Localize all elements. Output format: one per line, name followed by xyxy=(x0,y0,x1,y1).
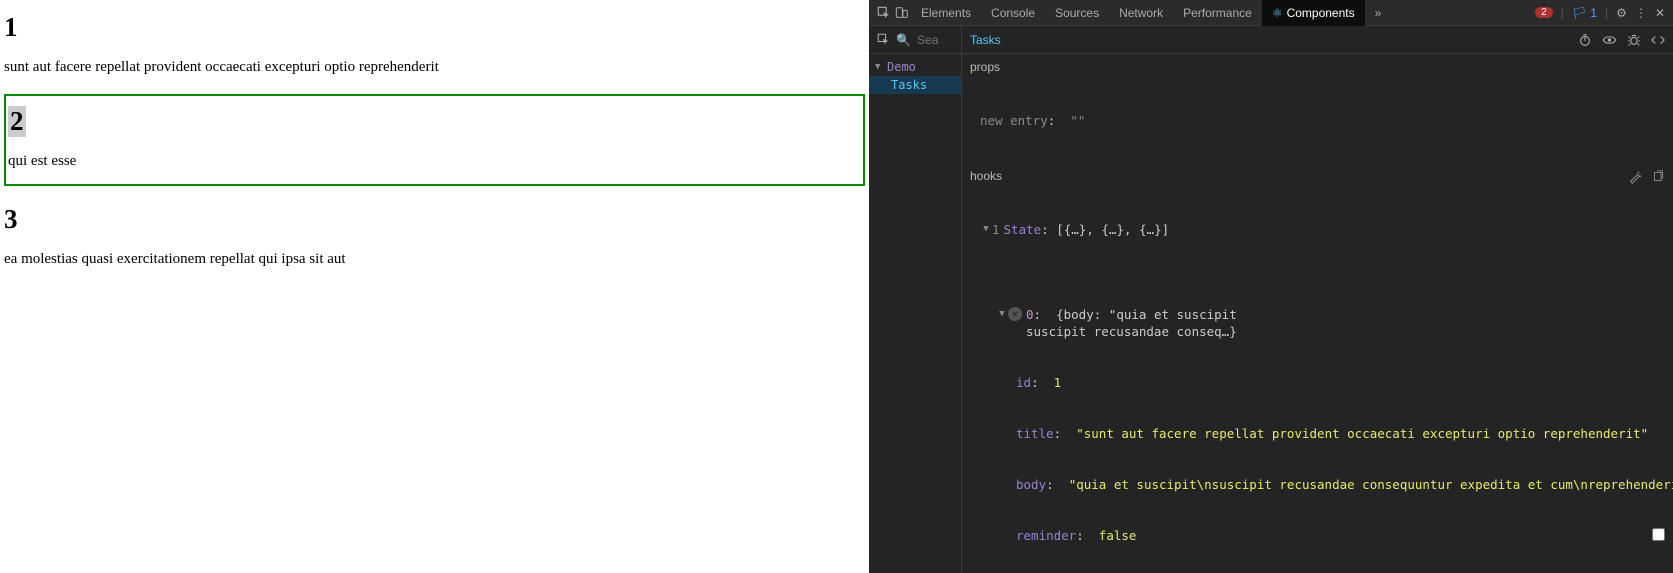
prop-key: title xyxy=(1016,425,1054,442)
prop-key: reminder xyxy=(1016,527,1076,544)
caret-down-icon[interactable]: ▼ xyxy=(875,62,883,72)
caret-down-icon[interactable]: ▼ xyxy=(996,306,1008,323)
section-props-header: props xyxy=(962,54,1673,78)
task-item[interactable]: 1 sunt aut facere repellat provident occ… xyxy=(4,12,865,76)
tree-node-demo[interactable]: ▼ Demo xyxy=(869,58,961,76)
prop-value[interactable]: "sunt aut facere repellat provident occa… xyxy=(1076,425,1648,442)
devtools-tabbar: Elements Console Sources Network Perform… xyxy=(869,0,1673,26)
devtools-toolbar: 🔍 Tasks xyxy=(869,26,1673,54)
divider: | xyxy=(1561,6,1564,20)
eye-icon[interactable] xyxy=(1602,33,1617,47)
prop-value[interactable]: 1 xyxy=(1054,374,1062,391)
tab-performance[interactable]: Performance xyxy=(1173,0,1262,26)
element-picker-icon[interactable] xyxy=(877,33,890,46)
tabs-overflow[interactable]: » xyxy=(1365,0,1392,26)
settings-icon[interactable]: ⚙ xyxy=(1616,6,1627,20)
object-preview[interactable]: {body: "quia et suscipit suscipit recusa… xyxy=(1026,307,1237,339)
prop-key: body xyxy=(1016,476,1046,493)
hook-number: 1 xyxy=(992,221,1000,238)
component-tree: ▼ Demo Tasks xyxy=(869,54,962,573)
device-toolbar-icon[interactable] xyxy=(893,6,911,20)
reminder-checkbox[interactable] xyxy=(1652,528,1665,541)
prop-key[interactable]: new entry xyxy=(980,113,1048,128)
close-devtools-icon[interactable]: ✕ xyxy=(1655,6,1665,20)
hook-key: State xyxy=(1004,221,1042,238)
more-icon[interactable]: ⋮ xyxy=(1635,6,1647,20)
divider: | xyxy=(1605,6,1608,20)
task-id: 2 xyxy=(8,106,26,137)
task-id: 1 xyxy=(4,12,865,43)
inspector-pane: props new entry: "" hooks ▼ xyxy=(962,54,1673,573)
section-hooks-header: hooks xyxy=(962,163,1673,187)
tab-components-label: Components xyxy=(1287,6,1355,20)
task-title: ea molestias quasi exercitationem repell… xyxy=(4,251,865,268)
prop-value[interactable]: "quia et suscipit\nsuscipit recusandae c… xyxy=(1069,476,1673,493)
copy-icon[interactable] xyxy=(1652,170,1665,183)
task-item[interactable]: 2 qui est esse xyxy=(4,94,865,186)
task-item[interactable]: 3 ea molestias quasi exercitationem repe… xyxy=(4,204,865,268)
inspected-component-name: Tasks xyxy=(970,33,1001,47)
tree-node-label: Demo xyxy=(887,60,916,74)
tab-components[interactable]: ⚛ Components xyxy=(1262,0,1365,26)
task-title: qui est esse xyxy=(8,153,861,170)
prop-key: id xyxy=(1016,374,1031,391)
task-title: sunt aut facere repellat provident occae… xyxy=(4,59,865,76)
tab-elements[interactable]: Elements xyxy=(911,0,981,26)
debug-icon[interactable] xyxy=(1627,33,1641,47)
prop-value[interactable]: "" xyxy=(1070,113,1085,128)
search-icon: 🔍 xyxy=(896,33,911,47)
tab-sources[interactable]: Sources xyxy=(1045,0,1109,26)
delete-entry-icon[interactable]: ✕ xyxy=(1008,307,1022,321)
react-icon: ⚛ xyxy=(1272,6,1283,20)
inspect-element-icon[interactable] xyxy=(875,6,893,20)
magic-wand-icon[interactable] xyxy=(1628,170,1642,184)
tree-node-label: Tasks xyxy=(891,78,927,92)
error-count-badge[interactable]: 2 xyxy=(1535,7,1553,18)
caret-down-icon[interactable]: ▼ xyxy=(980,221,992,238)
tree-node-tasks[interactable]: Tasks xyxy=(869,76,961,94)
tab-network[interactable]: Network xyxy=(1109,0,1173,26)
tab-console[interactable]: Console xyxy=(981,0,1045,26)
rendered-page: 1 sunt aut facere repellat provident occ… xyxy=(0,0,869,573)
task-id: 3 xyxy=(4,204,865,235)
component-search-input[interactable] xyxy=(917,33,957,47)
prop-value[interactable]: false xyxy=(1099,527,1137,544)
devtools-panel: Elements Console Sources Network Perform… xyxy=(869,0,1673,573)
hook-preview[interactable]: [{…}, {…}, {…}] xyxy=(1056,221,1169,238)
info-badge[interactable]: 🏳 1 xyxy=(1572,6,1597,20)
array-index: 0 xyxy=(1026,307,1034,322)
stopwatch-icon[interactable] xyxy=(1578,33,1592,47)
view-source-icon[interactable] xyxy=(1651,33,1665,47)
